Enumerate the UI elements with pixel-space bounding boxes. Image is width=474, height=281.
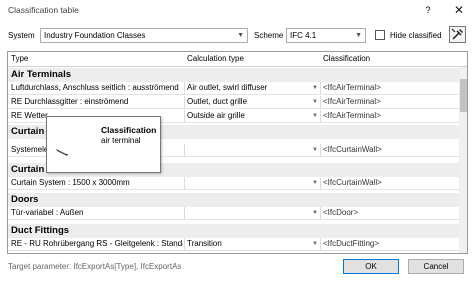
column-header-classification[interactable]: Classification [323,54,370,63]
group-title: Doors [11,194,39,205]
scheme-select[interactable]: IFC 4.1 ▼ [286,28,366,43]
type-cell: RE Durchlassgitter : einströmend [11,97,129,106]
group-header-doors[interactable]: Doors [8,193,459,207]
group-header-air-terminals[interactable]: Air Terminals [8,68,459,82]
chevron-down-icon[interactable]: ▼ [312,210,318,216]
help-button[interactable]: ? [421,2,435,18]
cancel-button[interactable]: Cancel [408,259,464,274]
classification-cell[interactable]: <IfcDoor> [323,208,458,217]
group-title: Curtain [11,126,45,137]
classification-tooltip: Classification air terminal [46,116,161,173]
classification-cell[interactable]: <IfcCurtainWall> [323,178,458,187]
scheme-label: Scheme [254,31,284,40]
scheme-select-value: IFC 4.1 [290,31,317,40]
ok-button[interactable]: OK [343,259,399,274]
system-label: System [8,31,35,40]
chevron-down-icon: ▼ [237,32,244,39]
classification-cell[interactable]: <IfcAirTerminal> [323,97,458,106]
air-terminal-icon [56,149,68,156]
vertical-scrollbar[interactable] [459,67,467,253]
system-select-value: Industry Foundation Classes [44,31,146,40]
tools-icon [451,28,463,40]
classification-cell[interactable]: <IfcAirTerminal> [323,83,458,92]
classification-cell[interactable]: <IfcAirTerminal> [323,111,458,120]
chevron-down-icon[interactable]: ▼ [312,85,318,91]
chevron-down-icon: ▼ [355,32,362,39]
title-bar: Classification table ? ✕ [0,0,474,22]
table-row[interactable]: Curtain System : 1500 x 3000mm ▼ <IfcCur… [8,177,459,190]
type-cell: Luftdurchlass, Anschluss seitlich : auss… [11,83,179,92]
chevron-down-icon[interactable]: ▼ [312,147,318,153]
close-button[interactable]: ✕ [445,0,473,20]
hide-classified-label[interactable]: Hide classified [390,31,442,40]
system-select[interactable]: Industry Foundation Classes ▼ [40,28,248,43]
calculation-type-cell: Transition [187,239,222,248]
calculation-type-cell: Outlet, duct grille [187,97,248,106]
classification-table-dialog: Classification table ? ✕ System Industry… [0,0,474,281]
target-parameter-text: Target parameter: IfcExportAs[Type], Ifc… [8,262,182,271]
group-title: Duct Fittings [11,225,70,236]
hide-classified-checkbox[interactable] [375,30,385,40]
group-header-duct-fittings[interactable]: Duct Fittings [8,224,459,238]
tools-button[interactable] [449,26,466,43]
classification-cell[interactable]: <IfcDuctFitting> [323,239,458,248]
chevron-down-icon[interactable]: ▼ [312,113,318,119]
type-cell: Tür-variabel : Außen [11,208,84,217]
table-row[interactable]: RE - RU Rohrübergang RS - Gleitgelenk : … [8,238,459,251]
table-row[interactable]: Luftdurchlass, Anschluss seitlich : auss… [8,82,459,95]
column-header-calculation-type[interactable]: Calculation type [187,54,244,63]
chevron-down-icon[interactable]: ▼ [312,180,318,186]
classification-cell[interactable]: <IfcCurtainWall> [323,145,458,154]
type-cell: RE - RU Rohrübergang RS - Gleitgelenk : … [11,239,183,248]
table-row[interactable]: RE Durchlassgitter : einströmend Outlet,… [8,96,459,109]
scrollbar-thumb[interactable] [460,79,467,112]
chevron-down-icon[interactable]: ▼ [312,241,318,247]
column-header-type[interactable]: Type [11,54,28,63]
group-title: Air Terminals [11,69,72,80]
table-row[interactable]: Tür-variabel : Außen ▼ <IfcDoor> [8,207,459,220]
chevron-down-icon[interactable]: ▼ [312,99,318,105]
type-cell: Curtain System : 1500 x 3000mm [11,178,130,187]
calculation-type-cell: Outside air grille [187,111,245,120]
grid-header: Type Calculation type Classification [8,52,467,67]
group-title: Curtain [11,164,45,175]
calculation-type-cell: Air outlet, swirl diffuser [187,83,268,92]
dialog-title: Classification table [8,5,79,15]
tooltip-value: air terminal [101,136,141,145]
tooltip-title: Classification [101,125,157,135]
